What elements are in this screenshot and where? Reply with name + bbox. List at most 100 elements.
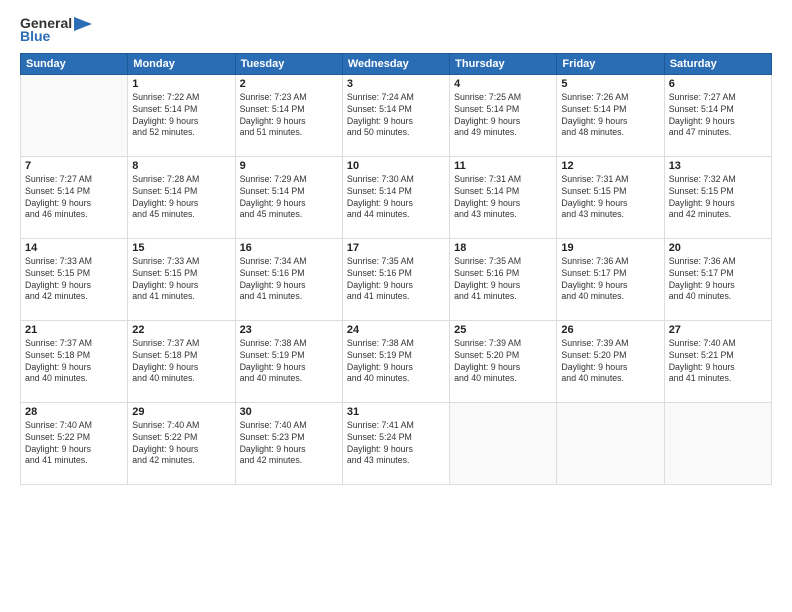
day-number: 23 xyxy=(240,324,338,336)
page: General Blue SundayMondayTuesdayWednesda… xyxy=(0,0,792,612)
day-info: Sunrise: 7:26 AM Sunset: 5:14 PM Dayligh… xyxy=(561,92,659,140)
day-info: Sunrise: 7:25 AM Sunset: 5:14 PM Dayligh… xyxy=(454,92,552,140)
calendar-cell: 18 Sunrise: 7:35 AM Sunset: 5:16 PM Dayli… xyxy=(450,238,557,320)
calendar-cell xyxy=(557,402,664,484)
day-info: Sunrise: 7:40 AM Sunset: 5:21 PM Dayligh… xyxy=(669,338,767,386)
day-number: 19 xyxy=(561,242,659,254)
weekday-row: SundayMondayTuesdayWednesdayThursdayFrid… xyxy=(21,53,772,74)
day-info: Sunrise: 7:39 AM Sunset: 5:20 PM Dayligh… xyxy=(561,338,659,386)
day-number: 6 xyxy=(669,78,767,90)
calendar-cell: 15 Sunrise: 7:33 AM Sunset: 5:15 PM Dayli… xyxy=(128,238,235,320)
day-number: 25 xyxy=(454,324,552,336)
day-number: 15 xyxy=(132,242,230,254)
day-info: Sunrise: 7:37 AM Sunset: 5:18 PM Dayligh… xyxy=(132,338,230,386)
day-number: 26 xyxy=(561,324,659,336)
day-number: 3 xyxy=(347,78,445,90)
day-number: 17 xyxy=(347,242,445,254)
day-info: Sunrise: 7:40 AM Sunset: 5:23 PM Dayligh… xyxy=(240,420,338,468)
calendar-cell: 19 Sunrise: 7:36 AM Sunset: 5:17 PM Dayli… xyxy=(557,238,664,320)
day-number: 8 xyxy=(132,160,230,172)
day-number: 1 xyxy=(132,78,230,90)
day-info: Sunrise: 7:30 AM Sunset: 5:14 PM Dayligh… xyxy=(347,174,445,222)
day-number: 4 xyxy=(454,78,552,90)
day-number: 31 xyxy=(347,406,445,418)
calendar-cell: 21Sunrise: 7:37 AM Sunset: 5:18 PM Dayli… xyxy=(21,320,128,402)
day-number: 18 xyxy=(454,242,552,254)
week-row-2: 7Sunrise: 7:27 AM Sunset: 5:14 PM Daylig… xyxy=(21,156,772,238)
day-info: Sunrise: 7:24 AM Sunset: 5:14 PM Dayligh… xyxy=(347,92,445,140)
day-number: 14 xyxy=(25,242,123,254)
week-row-3: 14 Sunrise: 7:33 AM Sunset: 5:15 PM Dayli… xyxy=(21,238,772,320)
calendar-cell xyxy=(664,402,771,484)
calendar-cell: 10 Sunrise: 7:30 AM Sunset: 5:14 PM Dayli… xyxy=(342,156,449,238)
day-number: 5 xyxy=(561,78,659,90)
day-number: 20 xyxy=(669,242,767,254)
day-number: 30 xyxy=(240,406,338,418)
day-info: Sunrise: 7:27 AM Sunset: 5:14 PM Dayligh… xyxy=(669,92,767,140)
calendar-cell: 27 Sunrise: 7:40 AM Sunset: 5:21 PM Dayli… xyxy=(664,320,771,402)
calendar-cell: 17 Sunrise: 7:35 AM Sunset: 5:16 PM Dayli… xyxy=(342,238,449,320)
calendar-cell: 5 Sunrise: 7:26 AM Sunset: 5:14 PM Daylig… xyxy=(557,74,664,156)
day-info: Sunrise: 7:35 AM Sunset: 5:16 PM Dayligh… xyxy=(454,256,552,304)
header: General Blue xyxy=(20,16,772,45)
calendar-cell xyxy=(450,402,557,484)
calendar-cell: 9Sunrise: 7:29 AM Sunset: 5:14 PM Daylig… xyxy=(235,156,342,238)
weekday-header-saturday: Saturday xyxy=(664,53,771,74)
day-info: Sunrise: 7:41 AM Sunset: 5:24 PM Dayligh… xyxy=(347,420,445,468)
day-info: Sunrise: 7:32 AM Sunset: 5:15 PM Dayligh… xyxy=(669,174,767,222)
day-info: Sunrise: 7:38 AM Sunset: 5:19 PM Dayligh… xyxy=(347,338,445,386)
calendar-table: SundayMondayTuesdayWednesdayThursdayFrid… xyxy=(20,53,772,485)
day-number: 27 xyxy=(669,324,767,336)
weekday-header-tuesday: Tuesday xyxy=(235,53,342,74)
day-number: 11 xyxy=(454,160,552,172)
day-number: 16 xyxy=(240,242,338,254)
week-row-1: 1 Sunrise: 7:22 AM Sunset: 5:14 PM Daylig… xyxy=(21,74,772,156)
calendar-cell: 3 Sunrise: 7:24 AM Sunset: 5:14 PM Daylig… xyxy=(342,74,449,156)
logo-arrow-icon xyxy=(74,17,92,31)
day-info: Sunrise: 7:28 AM Sunset: 5:14 PM Dayligh… xyxy=(132,174,230,222)
calendar-cell: 31 Sunrise: 7:41 AM Sunset: 5:24 PM Dayli… xyxy=(342,402,449,484)
weekday-header-sunday: Sunday xyxy=(21,53,128,74)
day-info: Sunrise: 7:36 AM Sunset: 5:17 PM Dayligh… xyxy=(669,256,767,304)
day-number: 24 xyxy=(347,324,445,336)
calendar-cell: 29 Sunrise: 7:40 AM Sunset: 5:22 PM Dayli… xyxy=(128,402,235,484)
calendar-cell: 30 Sunrise: 7:40 AM Sunset: 5:23 PM Dayli… xyxy=(235,402,342,484)
day-info: Sunrise: 7:29 AM Sunset: 5:14 PM Dayligh… xyxy=(240,174,338,222)
day-info: Sunrise: 7:36 AM Sunset: 5:17 PM Dayligh… xyxy=(561,256,659,304)
calendar-cell: 26 Sunrise: 7:39 AM Sunset: 5:20 PM Dayli… xyxy=(557,320,664,402)
day-info: Sunrise: 7:33 AM Sunset: 5:15 PM Dayligh… xyxy=(25,256,123,304)
calendar-cell: 4 Sunrise: 7:25 AM Sunset: 5:14 PM Daylig… xyxy=(450,74,557,156)
day-number: 22 xyxy=(132,324,230,336)
weekday-header-thursday: Thursday xyxy=(450,53,557,74)
logo: General Blue xyxy=(20,16,92,45)
calendar-cell: 11Sunrise: 7:31 AM Sunset: 5:14 PM Dayli… xyxy=(450,156,557,238)
day-info: Sunrise: 7:27 AM Sunset: 5:14 PM Dayligh… xyxy=(25,174,123,222)
day-info: Sunrise: 7:23 AM Sunset: 5:14 PM Dayligh… xyxy=(240,92,338,140)
day-info: Sunrise: 7:34 AM Sunset: 5:16 PM Dayligh… xyxy=(240,256,338,304)
calendar-cell: 6 Sunrise: 7:27 AM Sunset: 5:14 PM Daylig… xyxy=(664,74,771,156)
day-info: Sunrise: 7:22 AM Sunset: 5:14 PM Dayligh… xyxy=(132,92,230,140)
calendar-cell: 8 Sunrise: 7:28 AM Sunset: 5:14 PM Daylig… xyxy=(128,156,235,238)
calendar-cell xyxy=(21,74,128,156)
day-info: Sunrise: 7:37 AM Sunset: 5:18 PM Dayligh… xyxy=(25,338,123,386)
calendar-cell: 23Sunrise: 7:38 AM Sunset: 5:19 PM Dayli… xyxy=(235,320,342,402)
week-row-4: 21Sunrise: 7:37 AM Sunset: 5:18 PM Dayli… xyxy=(21,320,772,402)
weekday-header-wednesday: Wednesday xyxy=(342,53,449,74)
weekday-header-friday: Friday xyxy=(557,53,664,74)
day-number: 2 xyxy=(240,78,338,90)
day-number: 10 xyxy=(347,160,445,172)
calendar-header: SundayMondayTuesdayWednesdayThursdayFrid… xyxy=(21,53,772,74)
calendar-cell: 12 Sunrise: 7:31 AM Sunset: 5:15 PM Dayli… xyxy=(557,156,664,238)
day-info: Sunrise: 7:40 AM Sunset: 5:22 PM Dayligh… xyxy=(25,420,123,468)
day-number: 13 xyxy=(669,160,767,172)
day-info: Sunrise: 7:35 AM Sunset: 5:16 PM Dayligh… xyxy=(347,256,445,304)
day-info: Sunrise: 7:33 AM Sunset: 5:15 PM Dayligh… xyxy=(132,256,230,304)
week-row-5: 28Sunrise: 7:40 AM Sunset: 5:22 PM Dayli… xyxy=(21,402,772,484)
calendar-cell: 7Sunrise: 7:27 AM Sunset: 5:14 PM Daylig… xyxy=(21,156,128,238)
calendar-cell: 16 Sunrise: 7:34 AM Sunset: 5:16 PM Dayli… xyxy=(235,238,342,320)
calendar-cell: 22 Sunrise: 7:37 AM Sunset: 5:18 PM Dayli… xyxy=(128,320,235,402)
day-number: 12 xyxy=(561,160,659,172)
day-number: 29 xyxy=(132,406,230,418)
day-info: Sunrise: 7:31 AM Sunset: 5:15 PM Dayligh… xyxy=(561,174,659,222)
day-info: Sunrise: 7:40 AM Sunset: 5:22 PM Dayligh… xyxy=(132,420,230,468)
